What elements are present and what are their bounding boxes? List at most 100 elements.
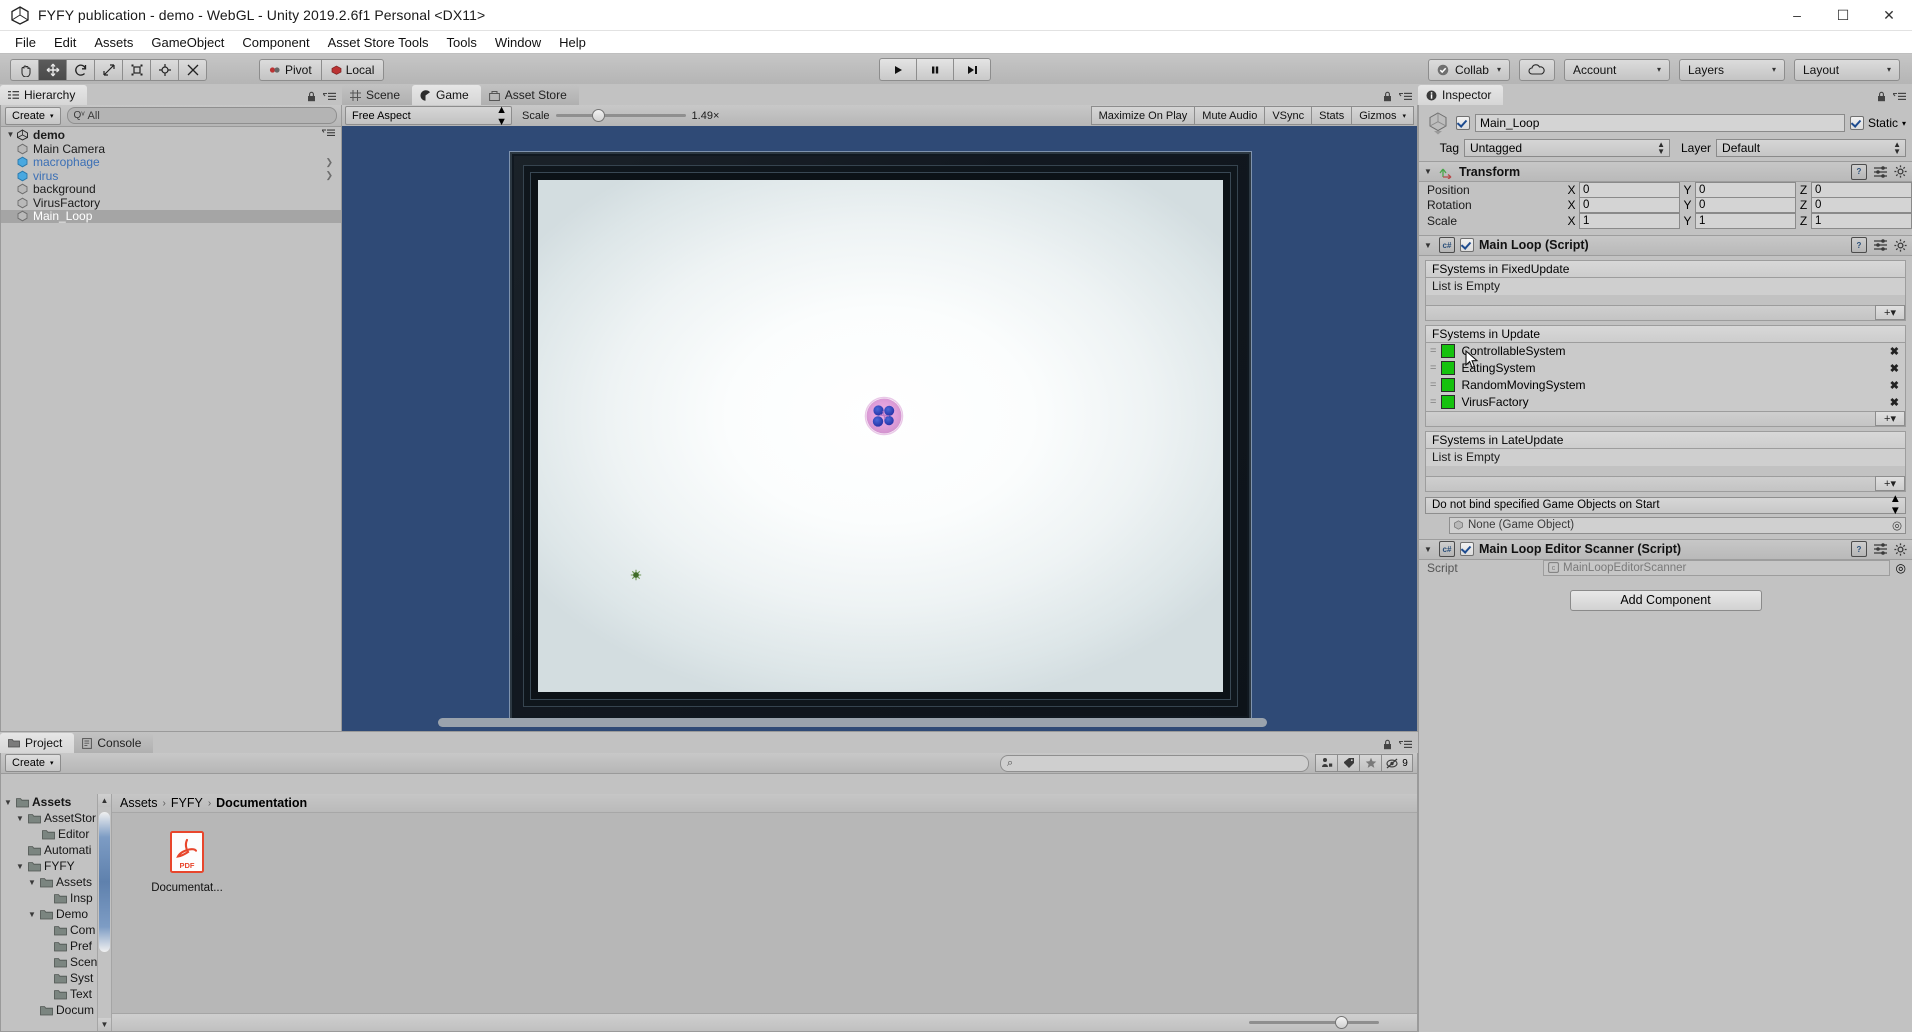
object-enabled-checkbox[interactable] [1456,116,1470,130]
add-component-button[interactable]: Add Component [1569,589,1762,611]
position-z-input[interactable]: 0 [1811,181,1912,198]
menu-window[interactable]: Window [486,33,550,52]
project-tree-item-textures[interactable]: Text [1,986,111,1002]
scroll-up-icon[interactable]: ▲ [98,794,111,807]
expand-triangle-icon[interactable]: ▼ [15,814,25,823]
project-tree-item-systems[interactable]: Syst [1,970,111,986]
pivot-button[interactable]: Pivot [259,58,321,81]
preset-icon[interactable] [1874,165,1887,178]
play-button[interactable] [879,58,916,81]
remove-system-button[interactable]: ✖ [1890,379,1899,392]
help-icon[interactable]: ? [1851,163,1867,180]
rect-tool-button[interactable] [122,58,150,81]
expand-triangle-icon[interactable]: ▼ [27,878,37,887]
scrollbar-thumb[interactable] [438,718,1267,727]
expand-triangle-icon[interactable]: ▼ [27,910,37,919]
object-name-input[interactable]: Main_Loop [1475,114,1845,132]
drag-handle-icon[interactable]: = [1430,345,1437,357]
vsync-button[interactable]: VSync [1264,106,1312,125]
asset-zoom-slider[interactable] [1249,1016,1379,1029]
menu-asset-store-tools[interactable]: Asset Store Tools [319,33,438,52]
remove-system-button[interactable]: ✖ [1890,362,1899,375]
bind-mode-dropdown[interactable]: Do not bind specified Game Objects on St… [1425,493,1906,517]
menu-edit[interactable]: Edit [45,33,85,52]
update-system-row[interactable]: = RandomMovingSystem ✖ [1426,376,1905,394]
expand-triangle-icon[interactable]: ▼ [3,798,13,807]
local-button[interactable]: Local [320,58,385,81]
hierarchy-item-virusfactory[interactable]: VirusFactory [1,196,341,210]
hierarchy-create-button[interactable]: Create ▾ [5,106,61,125]
menu-gameobject[interactable]: GameObject [142,33,233,52]
static-toggle[interactable]: Static ▾ [1849,116,1906,130]
expand-triangle-icon[interactable]: ▼ [15,862,25,871]
drag-handle-icon[interactable]: = [1430,362,1437,374]
tag-dropdown[interactable]: Untagged ▲ ▼ [1464,139,1670,157]
help-icon[interactable]: ? [1851,237,1867,253]
transform-component-header[interactable]: ▼ Transform ? [1419,161,1912,182]
update-system-row[interactable]: = VirusFactory ✖ [1426,393,1905,411]
hand-tool-button[interactable] [10,58,38,81]
script-field-value-wrap[interactable]: c MainLoopEditorScanner [1543,559,1890,576]
remove-system-button[interactable]: ✖ [1890,345,1899,358]
preset-icon[interactable] [1874,543,1887,555]
maximize-button[interactable]: ☐ [1820,0,1866,30]
scale-x-input[interactable]: 1 [1579,212,1680,229]
collapse-triangle-icon[interactable]: ▼ [1424,545,1434,554]
layout-button[interactable]: Layout ▾ [1794,58,1900,81]
update-system-row[interactable]: = ControllableSystem ✖ [1426,342,1905,360]
project-tree-item-editor[interactable]: Editor [1,826,111,842]
asset-zoom-handle[interactable] [1335,1016,1348,1029]
game-render-surface[interactable] [342,126,1417,731]
scale-tool-button[interactable] [94,58,122,81]
label-filter-icon[interactable] [1337,754,1359,772]
position-y-input[interactable]: 0 [1695,181,1796,198]
project-search-input[interactable]: ⌕ [1000,754,1309,772]
scale-z-input[interactable]: 1 [1811,212,1912,229]
lateupdate-add-button[interactable]: +▾ [1875,476,1905,491]
step-button[interactable] [953,58,991,81]
project-tree-item-assetstore[interactable]: ▼ AssetStor [1,810,111,826]
collapse-triangle-icon[interactable]: ▼ [1424,241,1434,250]
expand-triangle-icon[interactable]: ▼ [5,130,16,139]
fixedupdate-add-button[interactable]: +▾ [1875,305,1905,320]
minimize-button[interactable]: – [1774,0,1820,30]
custom-tool-button[interactable] [178,58,207,81]
hierarchy-root-demo[interactable]: ▼ demo [1,127,341,142]
menu-tools[interactable]: Tools [438,33,486,52]
scroll-down-icon[interactable]: ▼ [98,1018,111,1031]
menu-file[interactable]: File [6,33,45,52]
account-button[interactable]: Account ▾ [1564,58,1670,81]
chevron-right-icon[interactable]: ❯ [325,170,333,181]
static-checkbox[interactable] [1849,116,1864,130]
transform-tool-button[interactable] [150,58,178,81]
menu-assets[interactable]: Assets [85,33,142,52]
scale-y-input[interactable]: 1 [1695,212,1796,229]
hidden-filter-icon[interactable]: 9 [1381,754,1413,772]
tab-asset-store[interactable]: Asset Store [480,85,579,105]
breadcrumb-assets[interactable]: Assets [120,796,158,810]
tab-project[interactable]: Project [0,733,75,753]
cloud-button[interactable] [1519,58,1555,81]
chevron-right-icon[interactable]: ❯ [325,157,333,168]
project-tree-item-automation[interactable]: Automati [1,842,111,858]
drag-handle-icon[interactable]: = [1430,379,1437,391]
object-picker-icon[interactable]: ◎ [1892,518,1902,532]
position-x-input[interactable]: 0 [1579,181,1680,198]
rotate-tool-button[interactable] [66,58,94,81]
menu-component[interactable]: Component [233,33,318,52]
tab-game[interactable]: Game [412,85,481,105]
rotation-x-input[interactable]: 0 [1579,197,1680,214]
object-picker-icon[interactable]: ◎ [1896,561,1906,575]
project-tree-scrollbar[interactable]: ▲ ▼ [97,794,111,1031]
breadcrumb-fyfy[interactable]: FYFY [171,796,203,810]
gear-icon[interactable] [1894,238,1907,252]
collapse-triangle-icon[interactable]: ▼ [1424,167,1434,176]
rotation-y-input[interactable]: 0 [1695,197,1796,214]
rotation-z-input[interactable]: 0 [1811,197,1912,214]
layers-button[interactable]: Layers ▾ [1679,58,1785,81]
editor-scanner-component-header[interactable]: ▼ c# Main Loop Editor Scanner (Script) ? [1419,538,1912,560]
update-system-row[interactable]: = EatingSystem ✖ [1426,359,1905,377]
avatar-filter-icon[interactable] [1315,754,1337,772]
move-tool-button[interactable] [38,58,66,81]
project-tree-item-inspector[interactable]: Insp [1,890,111,906]
